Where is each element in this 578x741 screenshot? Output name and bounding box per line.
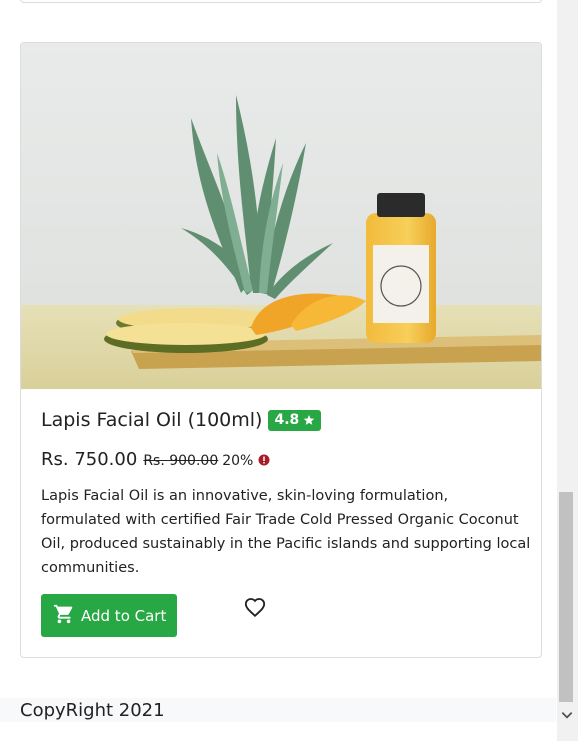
product-image[interactable] bbox=[21, 43, 541, 389]
product-title[interactable]: Lapis Facial Oil (100ml) bbox=[41, 409, 262, 431]
chevron-down-icon[interactable] bbox=[560, 708, 574, 722]
alert-circle-icon[interactable] bbox=[258, 454, 270, 466]
rating-value: 4.8 bbox=[274, 411, 300, 428]
copyright-text: CopyRight 2021 bbox=[20, 700, 165, 721]
add-to-cart-button[interactable]: Add to Cart bbox=[41, 594, 177, 637]
footer: CopyRight 2021 bbox=[0, 698, 556, 722]
star-icon bbox=[304, 414, 315, 425]
original-price: Rs. 900.00 bbox=[143, 453, 219, 469]
vertical-scrollbar[interactable] bbox=[557, 0, 578, 741]
current-price: Rs. 750.00 bbox=[41, 449, 138, 470]
scrollbar-thumb[interactable] bbox=[559, 492, 573, 702]
add-to-cart-label: Add to Cart bbox=[81, 606, 167, 625]
rating-badge: 4.8 bbox=[268, 409, 322, 431]
cart-icon bbox=[53, 604, 73, 623]
product-description: Lapis Facial Oil is an innovative, skin-… bbox=[41, 488, 531, 576]
product-card: Lapis Facial Oil (100ml) 4.8 Rs. 750.00 … bbox=[20, 42, 542, 658]
previous-product-card bbox=[20, 0, 542, 3]
heart-outline-icon[interactable] bbox=[244, 597, 266, 619]
discount-percent: 20% bbox=[222, 453, 254, 469]
